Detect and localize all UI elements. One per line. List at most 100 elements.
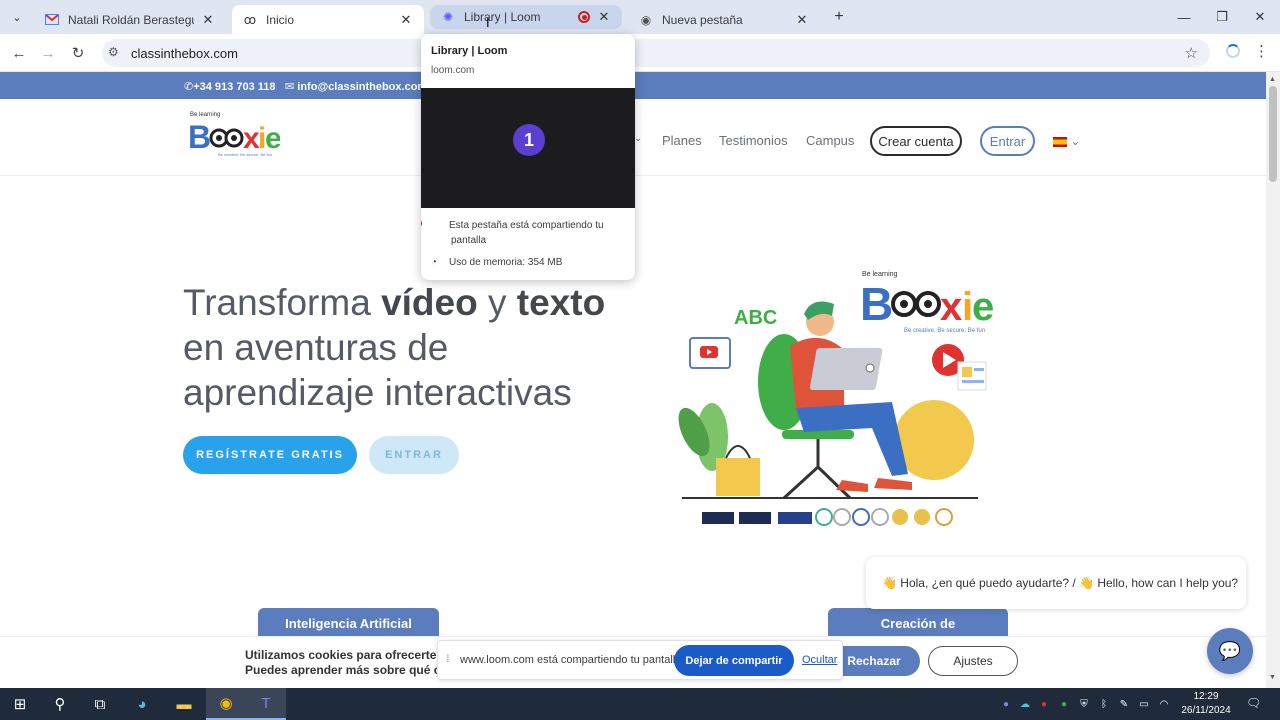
illustration-brand-logo: Be learning B x i e Be creative. Be secu… [860, 271, 994, 334]
notifications-icon[interactable]: 🗨 [1246, 696, 1261, 710]
hover-card-title: Library | Loom [431, 45, 508, 57]
scroll-down-icon[interactable]: ▼ [1269, 674, 1276, 681]
tab-search-button[interactable]: ⌄ [6, 6, 28, 28]
start-button[interactable]: ⊞ [0, 688, 40, 720]
hover-card-url: loom.com [431, 65, 475, 76]
shield-icon[interactable]: ⛨ [1076, 697, 1092, 711]
tab-nueva[interactable]: ◉ Nueva pestaña ✕ [628, 5, 820, 34]
tab-hover-card: Library | Loom loom.com 1 Esta pestaña e… [421, 34, 635, 280]
card-creacion[interactable]: Creación de [828, 608, 1008, 638]
close-icon[interactable]: ✕ [794, 12, 810, 28]
wifi-icon[interactable]: ◠ [1156, 697, 1172, 711]
site-logo[interactable]: Be learning B x i e Be creative. Be secu… [188, 112, 280, 160]
screen-share-bar: ⁞⁞ www.loom.com está compartiendo tu pan… [437, 640, 843, 680]
windows-taskbar: ⊞ ⚲ ⧉ ◕ ▬ ◉ T ● ☁ ● ● ⛨ ᛒ ✎ ▭ ◠ 12:29 26… [0, 688, 1280, 720]
language-selector[interactable]: ⌄ [1053, 134, 1080, 148]
onedrive-icon[interactable]: ☁ [1017, 697, 1033, 711]
nav-dropdown-chevron-icon[interactable]: ⌄ [634, 133, 642, 144]
chat-greeting-bubble[interactable]: 👋 Hola, ¿en qué puedo ayudarte? / 👋 Hell… [866, 557, 1246, 609]
folder-icon: ▬ [176, 695, 192, 713]
register-free-button[interactable]: REGÍSTRATE GRATIS [183, 436, 357, 474]
browser-toolbar: ← → ↻ ⚙ classinthebox.com ☆ [0, 34, 1280, 72]
teams-tray-icon[interactable]: ● [998, 697, 1014, 711]
monitor-play-icon [689, 337, 731, 369]
loom-countdown-badge: 1 [513, 124, 545, 156]
reload-button[interactable]: ↻ [67, 42, 89, 64]
task-view-button[interactable]: ⧉ [80, 688, 120, 720]
phone-contact[interactable]: ✆+34 913 703 118 [184, 80, 276, 93]
brush-icon[interactable]: ✎ [1116, 697, 1132, 711]
scroll-up-icon[interactable]: ▲ [1269, 76, 1276, 83]
cookie-settings-button[interactable]: Ajustes [928, 646, 1018, 676]
antivirus-icon[interactable]: ● [1036, 697, 1052, 711]
tab-inicio[interactable]: ꝏ Inicio ✕ [232, 5, 424, 34]
edge-icon: ◕ [137, 695, 147, 713]
mail-icon: ✉ [285, 81, 298, 93]
address-bar[interactable]: ⚙ classinthebox.com ☆ [102, 39, 1210, 67]
boxie-logo-icon: B x i e [188, 119, 280, 154]
chrome-icon: ◉ [219, 695, 233, 712]
edge-button[interactable]: ◕ [122, 688, 162, 720]
maximize-button[interactable]: ❐ [1202, 0, 1242, 34]
awards-row-icons [702, 508, 953, 526]
memory-gauge-icon: ◔ [431, 257, 438, 268]
update-icon[interactable]: ● [1056, 697, 1072, 711]
enter-button[interactable]: ENTRAR [369, 436, 459, 474]
forward-button[interactable]: → [37, 42, 59, 64]
close-icon[interactable]: ✕ [200, 12, 216, 28]
minimize-button[interactable]: — [1164, 0, 1204, 34]
create-account-button[interactable]: Crear cuenta [870, 126, 962, 156]
nav-campus[interactable]: Campus [806, 133, 854, 148]
tab-title: Library | Loom [464, 10, 541, 24]
nav-testimonios[interactable]: Testimonios [719, 133, 788, 148]
svg-text:B: B [188, 119, 210, 154]
site-info-icon[interactable]: ⚙ [108, 45, 119, 59]
back-button[interactable]: ← [8, 42, 30, 64]
email-contact[interactable]: ✉ info@classinthebox.com [285, 80, 427, 93]
hero-title: Transforma vídeo y texto en aventuras de… [183, 282, 606, 413]
file-explorer-button[interactable]: ▬ [164, 688, 204, 720]
chat-launcher-button[interactable]: 💬 [1207, 628, 1253, 674]
svg-text:Be creative. Be secure. Be fun: Be creative. Be secure. Be fun [904, 328, 985, 334]
nav-planes[interactable]: Planes [662, 133, 702, 148]
text-cursor-icon: I [486, 15, 490, 30]
svg-text:e: e [265, 122, 280, 154]
page-scrollbar[interactable]: ▲ ▼ [1266, 72, 1280, 688]
document-icon [957, 361, 987, 391]
recording-icon [578, 11, 590, 23]
browser-menu-button[interactable]: ⋮ [1254, 42, 1269, 60]
loading-spinner-icon [1226, 44, 1240, 58]
task-view-icon: ⧉ [94, 695, 106, 713]
battery-icon[interactable]: ▭ [1136, 697, 1152, 711]
card-inteligencia-artificial[interactable]: Inteligencia Artificial [258, 608, 439, 638]
bluetooth-icon[interactable]: ᛒ [1096, 697, 1112, 711]
teams-icon: T [261, 694, 271, 712]
windows-icon: ⊞ [13, 696, 27, 713]
tab-loom[interactable]: ✺ Library | Loom ✕ [430, 5, 622, 29]
tab-gmail[interactable]: Natali Roldán Berastegui a dem ✕ [34, 5, 226, 34]
tab-preview-thumbnail: 1 [421, 88, 635, 208]
hero-illustration: ABC Be learning B x i e Be creative. Be … [678, 271, 994, 526]
login-button[interactable]: Entrar [980, 126, 1035, 156]
chrome-taskbar-button[interactable]: ◉ [206, 688, 246, 720]
chat-icon: 💬 [1218, 640, 1242, 661]
close-icon[interactable]: ✕ [596, 9, 612, 25]
scroll-thumb[interactable] [1269, 86, 1277, 182]
system-clock[interactable]: 12:29 26/11/2024 [1174, 690, 1238, 718]
stop-sharing-button[interactable]: Dejar de compartir [674, 645, 794, 676]
teams-taskbar-button[interactable]: T [246, 688, 286, 720]
gmail-icon [44, 12, 60, 28]
hide-share-bar-link[interactable]: Ocultar [802, 654, 837, 666]
new-tab-button[interactable]: + [830, 8, 848, 26]
search-button[interactable]: ⚲ [40, 688, 80, 720]
bookmark-star-icon[interactable]: ☆ [1185, 44, 1198, 62]
hover-card-sharing: Esta pestaña está compartiendo tu pantal… [421, 218, 621, 248]
window-close-button[interactable]: ✕ [1240, 0, 1280, 34]
boxie-icon: ꝏ [243, 12, 257, 27]
cookie-text: Utilizamos cookies para ofrecerte la Pue… [245, 648, 445, 677]
drag-handle-icon[interactable]: ⁞⁞ [446, 654, 449, 665]
tab-strip: ⌄ Natali Roldán Berastegui a dem ✕ ꝏ Ini… [0, 0, 1280, 34]
recording-icon [421, 218, 422, 229]
spain-flag-icon [1053, 136, 1067, 147]
close-icon[interactable]: ✕ [398, 12, 414, 28]
